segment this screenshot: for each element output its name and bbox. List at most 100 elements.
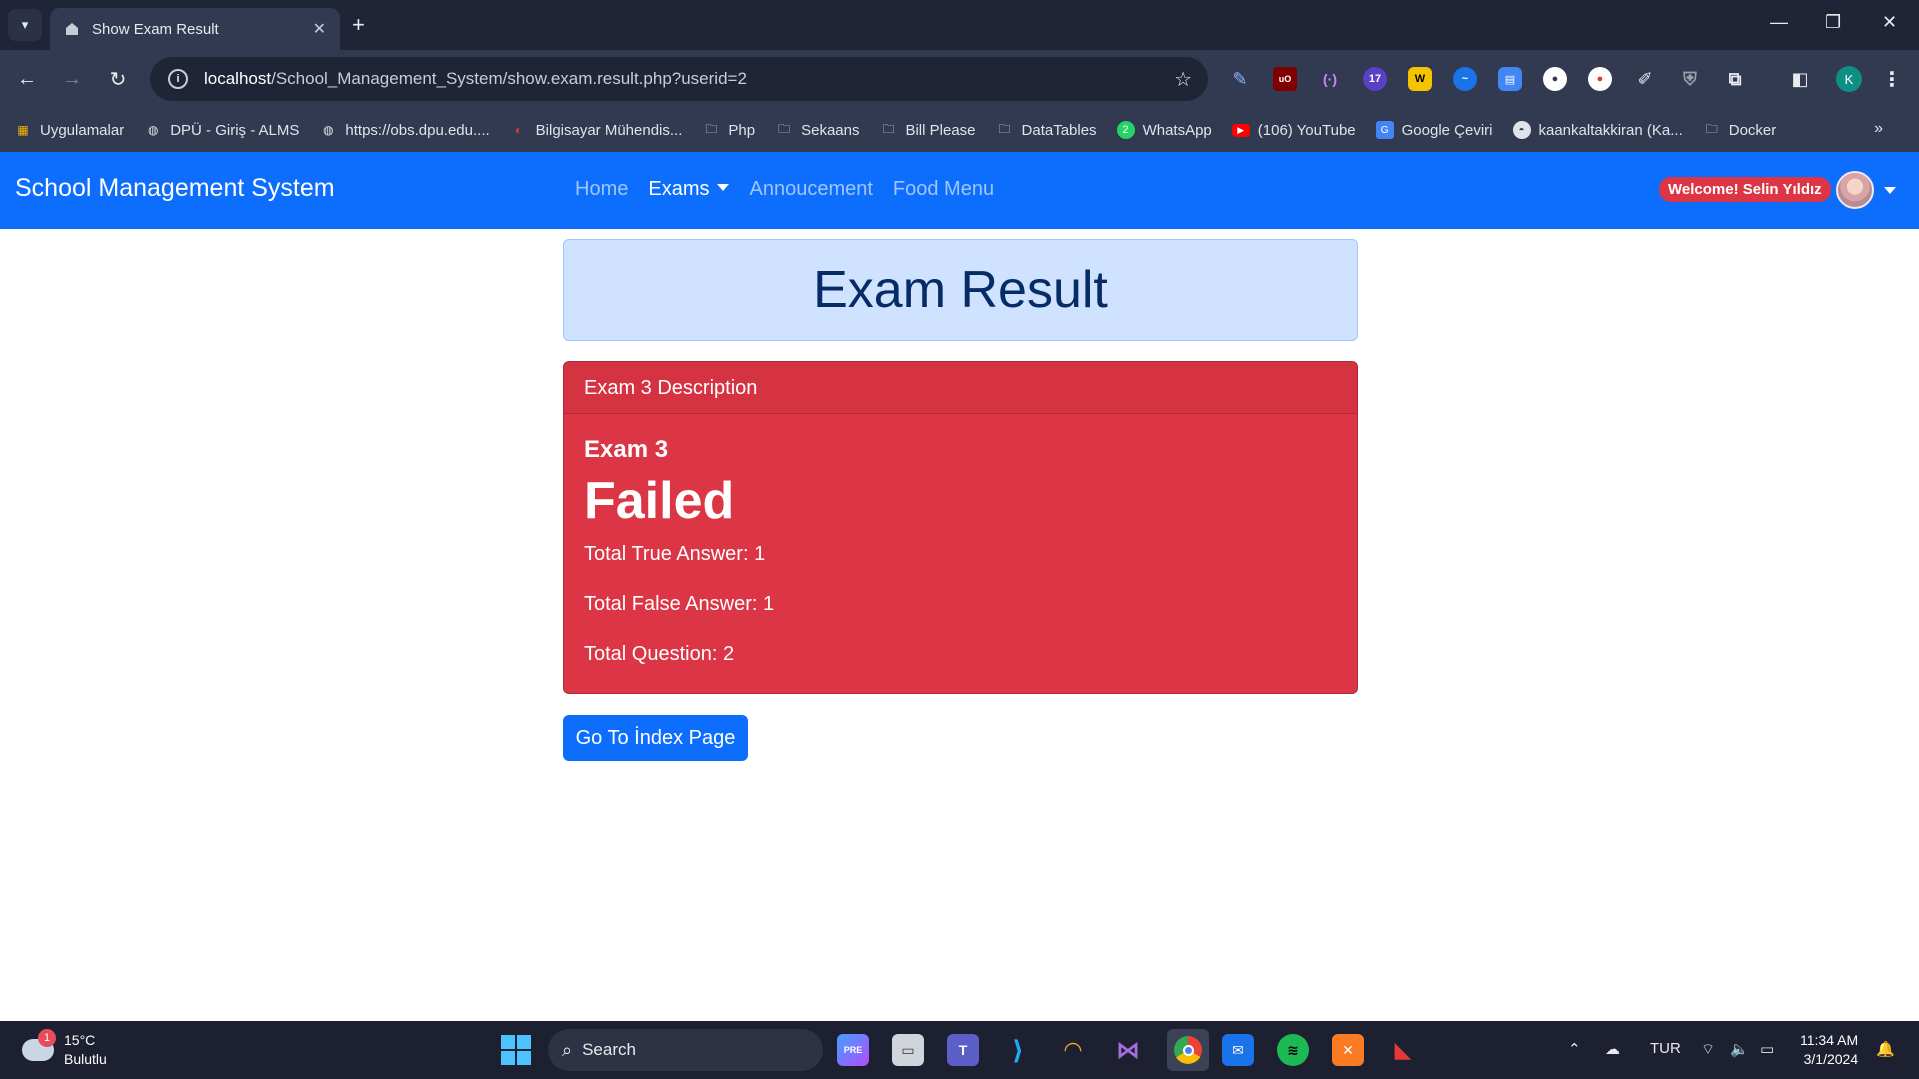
page-title-alert: Exam Result: [563, 239, 1358, 341]
url-host: localhost: [204, 69, 272, 88]
bookmark-php[interactable]: 🗀 Php: [702, 121, 755, 139]
tab-search-chevron-icon[interactable]: ▾: [8, 9, 42, 41]
close-window-icon[interactable]: ✕: [1882, 12, 1897, 33]
side-panel-icon[interactable]: ◧: [1788, 67, 1812, 91]
bookmark-uygulamalar[interactable]: ▦ Uygulamalar: [14, 121, 124, 139]
tab-close-icon[interactable]: ✕: [313, 19, 326, 39]
url-path: /School_Management_System/show.exam.resu…: [271, 69, 747, 88]
ublock-icon[interactable]: uO: [1273, 67, 1297, 91]
bookmark-obs-dpu[interactable]: ◍ https://obs.dpu.edu....: [319, 121, 490, 139]
mail-icon[interactable]: ✉: [1222, 1034, 1254, 1066]
onedrive-cloud-icon[interactable]: ☁: [1605, 1040, 1620, 1058]
os-taskbar: 1 15°C Bulutlu ⌕ Search PRE ▭ T ⟩ ◠ ⋈ ✉ …: [0, 1021, 1919, 1079]
bookmark-whatsapp[interactable]: 2 WhatsApp: [1116, 121, 1212, 139]
extension-brackets-icon[interactable]: (·): [1318, 67, 1342, 91]
bookmark-label: Sekaans: [801, 121, 860, 139]
sublime-merge-icon[interactable]: ◠: [1057, 1034, 1089, 1066]
battery-icon[interactable]: ▭: [1760, 1040, 1774, 1058]
bookmark-label: https://obs.dpu.edu....: [345, 121, 490, 139]
bookmark-github[interactable]: ◓ kaankaltakkiran (Ka...: [1512, 121, 1683, 139]
user-avatar[interactable]: [1836, 171, 1874, 209]
sourcetree-icon[interactable]: ◣: [1387, 1034, 1419, 1066]
volume-icon[interactable]: 🔈: [1730, 1040, 1749, 1058]
bookmark-label: Php: [728, 121, 756, 139]
navbar-links: Home Exams Annoucement Food Menu: [575, 178, 994, 201]
go-to-index-button[interactable]: Go To İndex Page: [563, 715, 748, 761]
bookmark-sekaans[interactable]: 🗀 Sekaans: [775, 121, 859, 139]
address-bar[interactable]: i localhost/School_Management_System/sho…: [150, 57, 1208, 101]
bookmark-datatables[interactable]: 🗀 DataTables: [996, 121, 1097, 139]
clock-date: 3/1/2024: [1803, 1051, 1859, 1067]
extension-docs-icon[interactable]: ▤: [1498, 67, 1522, 91]
taskbar-search[interactable]: ⌕ Search: [548, 1029, 823, 1071]
extension-wave-icon[interactable]: ~: [1453, 67, 1477, 91]
spotify-icon[interactable]: ≋: [1277, 1034, 1309, 1066]
browser-menu-icon[interactable]: ⋮: [1880, 67, 1904, 91]
extensions-puzzle-icon[interactable]: ⧉: [1723, 67, 1747, 91]
tab-favicon-icon: [64, 21, 80, 37]
copilot-app-icon[interactable]: PRE: [837, 1034, 869, 1066]
vscode-icon[interactable]: ⟩: [1002, 1034, 1034, 1066]
bookmark-docker[interactable]: 🗀 Docker: [1703, 121, 1777, 139]
weather-description: Bulutlu: [64, 1051, 107, 1067]
new-tab-plus-icon[interactable]: +: [352, 11, 365, 39]
extension-w-icon[interactable]: W: [1408, 67, 1432, 91]
exam-status: Failed: [584, 472, 735, 530]
system-clock[interactable]: 11:34 AM 3/1/2024: [1800, 1031, 1858, 1069]
bookmark-google-translate[interactable]: G Google Çeviri: [1375, 121, 1493, 139]
bookmark-youtube[interactable]: ▶ (106) YouTube: [1231, 122, 1356, 139]
site-info-icon[interactable]: i: [168, 69, 188, 89]
weather-notification-badge: 1: [38, 1029, 56, 1047]
teams-icon[interactable]: T: [947, 1034, 979, 1066]
wifi-icon[interactable]: ⌔: [1701, 1040, 1715, 1059]
site-navbar: School Management System Home Exams Anno…: [0, 152, 1919, 229]
extension-record-icon[interactable]: ●: [1588, 67, 1612, 91]
xampp-icon[interactable]: ✕: [1332, 1034, 1364, 1066]
restore-icon[interactable]: ❐: [1825, 12, 1841, 33]
input-language[interactable]: TUR: [1650, 1040, 1681, 1057]
extension-badge-count: 17: [1368, 73, 1382, 85]
nav-link-food-menu[interactable]: Food Menu: [893, 178, 994, 201]
user-menu-caret-icon[interactable]: [1884, 187, 1896, 194]
bookmark-bill-please[interactable]: 🗀 Bill Please: [879, 121, 975, 139]
bookmark-label: Google Çeviri: [1401, 121, 1493, 139]
navbar-brand[interactable]: School Management System: [15, 174, 335, 203]
reload-icon[interactable]: ↻: [103, 64, 133, 94]
minimize-icon[interactable]: —: [1770, 12, 1788, 33]
extension-badge-icon[interactable]: 17: [1363, 67, 1387, 91]
browser-tab-active[interactable]: Show Exam Result ✕: [50, 8, 340, 50]
nav-link-announcement[interactable]: Annoucement: [749, 178, 872, 201]
bookmark-dpu-alms[interactable]: ◍ DPÜ - Giriş - ALMS: [144, 121, 299, 139]
windows-start-icon[interactable]: [501, 1035, 531, 1065]
bookmark-label: Uygulamalar: [40, 121, 125, 139]
profile-avatar[interactable]: K: [1836, 66, 1862, 92]
back-arrow-icon[interactable]: ←: [12, 64, 42, 94]
bookmark-label: WhatsApp: [1142, 121, 1212, 139]
eyedropper-icon[interactable]: ✐: [1633, 67, 1657, 91]
folder-icon: 🗀: [705, 121, 718, 136]
bookmark-label: Bill Please: [905, 121, 976, 139]
forward-arrow-icon[interactable]: →: [57, 64, 87, 94]
tray-overflow-chevron-icon[interactable]: ⌃: [1568, 1040, 1581, 1058]
bookmarks-overflow-icon[interactable]: »: [1874, 120, 1883, 138]
card-header: Exam 3 Description: [564, 362, 1357, 414]
profile-initial: K: [1844, 71, 1854, 87]
globe-icon: ◍: [323, 123, 334, 137]
weather-temperature: 15°C: [64, 1032, 96, 1048]
chrome-taskbar-icon[interactable]: [1167, 1029, 1209, 1071]
nav-link-exams-dropdown[interactable]: Exams: [648, 178, 730, 201]
bookmark-bilgisayar[interactable]: ◐ Bilgisayar Mühendis...: [510, 121, 682, 139]
weather-widget[interactable]: 1 15°C Bulutlu: [22, 1029, 107, 1069]
exam-name: Exam 3: [584, 436, 669, 463]
bookmark-star-icon[interactable]: ☆: [1174, 67, 1192, 92]
folder-icon: 🗀: [882, 121, 895, 136]
extension-circle-icon[interactable]: ●: [1543, 67, 1567, 91]
task-view-icon[interactable]: ▭: [892, 1034, 924, 1066]
extension-tools-icon[interactable]: ✎: [1228, 67, 1252, 91]
shield-icon[interactable]: ⛨: [1678, 67, 1702, 91]
bookmark-label: DPÜ - Giriş - ALMS: [170, 121, 300, 139]
notification-bell-icon[interactable]: 🔔: [1876, 1040, 1895, 1058]
visual-studio-icon[interactable]: ⋈: [1112, 1034, 1144, 1066]
search-icon: ⌕: [562, 1039, 573, 1060]
nav-link-home[interactable]: Home: [575, 178, 628, 201]
